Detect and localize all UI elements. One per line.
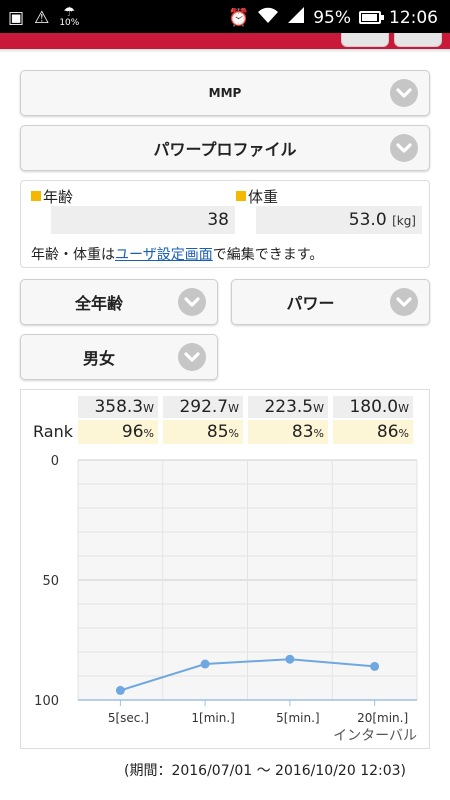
power-value-5sec: 358.3W xyxy=(78,396,158,418)
rank-unit: % xyxy=(143,427,154,440)
chevron-down-icon xyxy=(390,134,418,162)
weight-value: 53.0 [kg] xyxy=(256,206,422,234)
x-tick-label: 5[sec.] xyxy=(108,711,149,725)
metric-select[interactable]: MMP xyxy=(20,70,430,116)
value-type-select[interactable]: パワー xyxy=(231,279,430,325)
power-unit: W xyxy=(398,402,409,415)
battery-percent: 95% xyxy=(313,7,351,28)
power-number: 223.5 xyxy=(264,397,314,417)
rank-unit: % xyxy=(398,427,409,440)
data-point xyxy=(115,685,125,695)
weather-percent: 10% xyxy=(59,18,80,28)
weight-label: 体重 xyxy=(236,186,278,207)
y-tick-label: 0 xyxy=(51,454,59,469)
power-unit: W xyxy=(143,402,154,415)
image-icon: ▣ xyxy=(8,7,25,28)
rank-line-chart: 0 50 100 5[sec.] 1[min.] 5[min.] 20[min.] インターバ… xyxy=(34,454,418,744)
weight-label-text: 体重 xyxy=(248,188,279,206)
chevron-down-icon xyxy=(178,343,206,371)
note-prefix: 年齢・体重は xyxy=(31,247,115,263)
rank-label: Rank xyxy=(33,422,73,441)
period-text: (期間：2016/07/01 ～ 2016/10/20 12:03) xyxy=(124,763,407,779)
label-marker xyxy=(31,191,41,201)
age-group-select[interactable]: 全年齢 xyxy=(20,279,218,325)
power-value-1min: 292.7W xyxy=(163,396,243,418)
power-profile-chart-panel: Rank 358.3W 292.7W 223.5W 180.0W 96% 85%… xyxy=(20,389,430,749)
appbar-button-left[interactable] xyxy=(341,33,389,47)
power-value-20min: 180.0W xyxy=(333,396,413,418)
gender-select[interactable]: 男女 xyxy=(20,334,218,380)
weight-unit: [kg] xyxy=(392,214,416,228)
rank-value-5min: 83% xyxy=(248,420,328,444)
settings-note: 年齢・体重はユーザ設定画面で編集できます。 xyxy=(31,244,323,264)
battery-level xyxy=(362,14,378,21)
metric-select-label: MMP xyxy=(208,86,242,100)
data-point xyxy=(285,654,295,664)
profile-panel: 年齢 38 体重 53.0 [kg] 年齢・体重はユーザ設定画面で編集できます。 xyxy=(20,180,430,268)
power-number: 292.7 xyxy=(179,397,229,417)
chevron-down-icon xyxy=(390,288,418,316)
label-marker xyxy=(236,191,246,201)
x-axis-label: インターバル xyxy=(333,728,417,744)
age-label: 年齢 xyxy=(31,186,73,207)
chevron-down-icon xyxy=(178,288,206,316)
rank-unit: % xyxy=(228,427,239,440)
x-tick-label: 20[min.] xyxy=(357,711,408,725)
rank-value-1min: 85% xyxy=(163,420,243,444)
note-suffix: で編集できます。 xyxy=(212,247,324,263)
profile-select[interactable]: パワープロファイル xyxy=(20,125,430,171)
rank-number: 85 xyxy=(206,422,229,442)
clock: 12:06 xyxy=(389,7,438,28)
signal-icon xyxy=(287,6,305,29)
power-value-5min: 223.5W xyxy=(248,396,328,418)
chevron-down-icon xyxy=(390,79,418,107)
appbar-button-right[interactable] xyxy=(394,33,442,47)
app-bar xyxy=(0,33,450,49)
rank-number: 83 xyxy=(291,422,314,442)
rank-value-5sec: 96% xyxy=(78,420,158,444)
x-tick-label: 5[min.] xyxy=(276,711,319,725)
age-label-text: 年齢 xyxy=(43,188,74,206)
power-unit: W xyxy=(228,402,239,415)
x-tick-label: 1[min.] xyxy=(191,711,234,725)
power-unit: W xyxy=(313,402,324,415)
age-value: 38 xyxy=(51,206,235,234)
status-bar: ▣ ⚠ ☂ 10% ⏰ 95% 12:06 xyxy=(0,0,450,33)
y-tick-label: 50 xyxy=(42,574,59,589)
warning-icon: ⚠ xyxy=(34,7,50,28)
gender-select-label: 男女 xyxy=(82,349,115,368)
user-settings-link[interactable]: ユーザ設定画面 xyxy=(115,247,213,263)
power-number: 358.3 xyxy=(94,397,144,417)
data-point xyxy=(200,659,210,669)
data-point xyxy=(370,661,380,671)
profile-select-label: パワープロファイル xyxy=(153,140,297,159)
rank-value-20min: 86% xyxy=(333,420,413,444)
weight-number: 53.0 xyxy=(348,210,387,230)
age-group-select-label: 全年齢 xyxy=(74,294,123,313)
rank-number: 86 xyxy=(376,422,399,442)
y-tick-label: 100 xyxy=(34,694,59,709)
alarm-icon: ⏰ xyxy=(228,7,250,28)
power-number: 180.0 xyxy=(349,397,399,417)
rank-unit: % xyxy=(313,427,324,440)
rank-number: 96 xyxy=(121,422,144,442)
weather-icon: ☂ 10% xyxy=(59,5,80,28)
battery-icon xyxy=(359,11,384,24)
wifi-icon xyxy=(257,6,279,29)
value-type-select-label: パワー xyxy=(286,294,335,313)
appbar-shadow xyxy=(0,49,450,53)
